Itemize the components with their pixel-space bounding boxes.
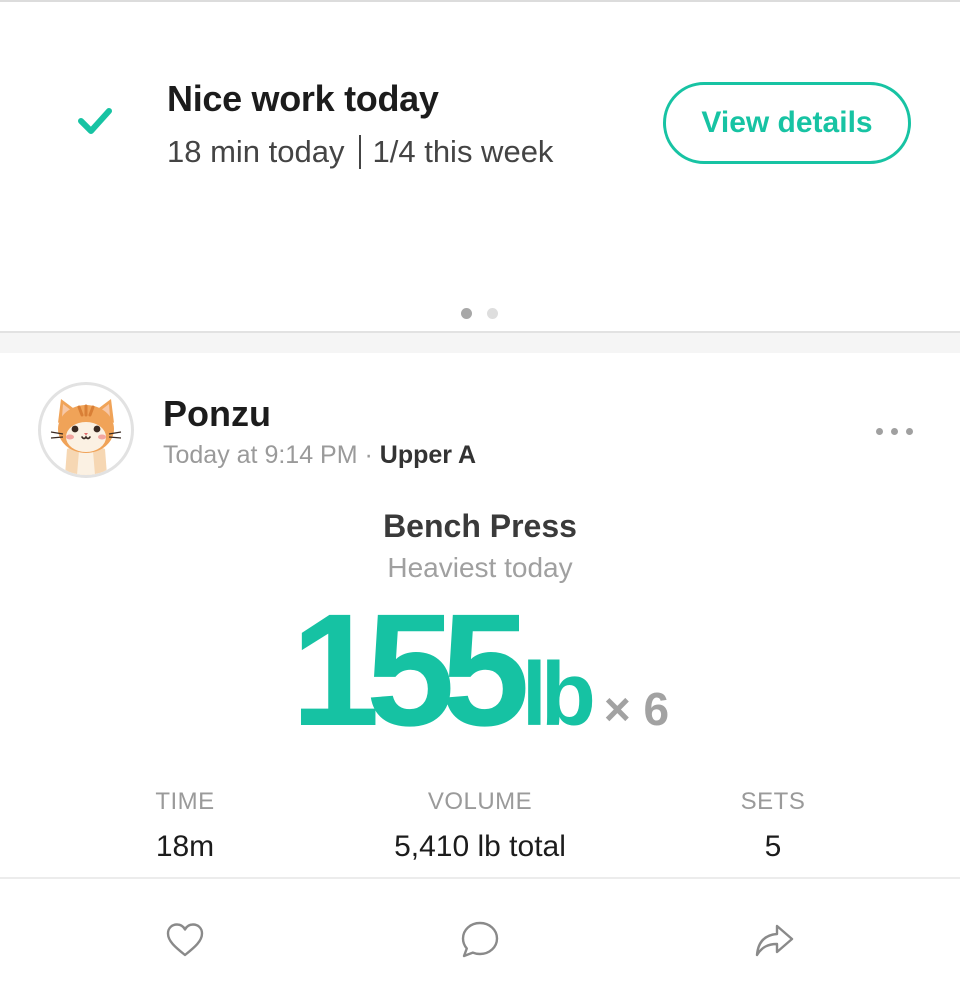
reps-value: × 6 [603,683,670,735]
stat-sets-value: 5 [764,830,782,863]
stat-volume: VOLUME 5,410 lb total [330,788,630,864]
stat-sets: SETS 5 [623,788,923,864]
stat-volume-label: VOLUME [427,788,533,815]
minutes-today: 18 min today [167,134,345,169]
carousel-dot-2[interactable] [487,308,498,319]
share-icon[interactable] [752,918,796,962]
weight-unit: lb [521,645,596,745]
heart-icon[interactable] [163,918,207,962]
carousel-dot-1[interactable] [461,308,472,319]
carousel-indicator[interactable] [461,308,498,319]
stat-time: TIME 18m [35,788,335,864]
avatar[interactable] [38,382,134,478]
stat-volume-value: 5,410 lb total [394,830,566,863]
stat-time-value: 18m [155,830,215,863]
week-progress: 1/4 this week [372,134,554,169]
cat-avatar-icon [50,399,122,475]
actions-divider [0,877,960,879]
stat-sets-label: SETS [740,788,806,815]
workout-feed: Nice work today 18 min today 1/4 this wee… [0,0,960,995]
stat-time-label: TIME [155,788,215,815]
post-meta: Today at 9:14 PM · Upper A [163,441,476,470]
daily-summary-card: Nice work today 18 min today 1/4 this wee… [0,2,960,333]
routine-name[interactable]: Upper A [380,441,476,469]
exercise-name: Bench Press [383,508,577,544]
comment-icon[interactable] [458,918,502,962]
summary-title: Nice work today [167,78,439,119]
more-horizontal-icon[interactable] [876,424,916,438]
top-set: 155lb × 6 [0,590,960,750]
meta-separator: · [364,441,373,469]
separator-bar [358,135,361,169]
post-timestamp: Today at 9:14 PM [163,441,358,469]
checkmark-icon [78,108,112,134]
weight-value: 155 [290,580,530,759]
view-details-button[interactable]: View details [663,82,911,164]
section-divider [0,331,960,353]
user-name[interactable]: Ponzu [163,393,271,435]
summary-subtitle: 18 min today 1/4 this week [167,134,553,170]
